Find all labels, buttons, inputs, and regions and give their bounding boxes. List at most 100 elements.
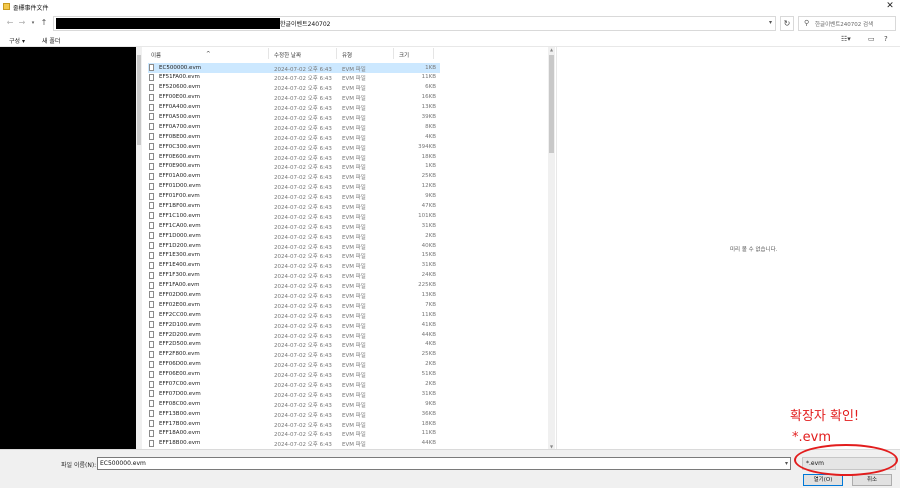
search-box[interactable]: ⚲ 한글이벤트240702 검색 [798, 16, 896, 31]
file-row[interactable]: EFF0BE00.evm 2024-07-02 오후 6:43 EVM 파일 4KB [148, 132, 440, 142]
file-row[interactable]: EFF02E00.evm 2024-07-02 오후 6:43 EVM 파일 7KB [148, 300, 440, 310]
file-date: 2024-07-02 오후 6:43 [274, 135, 332, 142]
file-row[interactable]: EFF1D000.evm 2024-07-02 오후 6:43 EVM 파일 2KB [148, 231, 440, 241]
file-row[interactable]: EFF2F800.evm 2024-07-02 오후 6:43 EVM 파일 25KB [148, 350, 440, 360]
file-icon [149, 271, 154, 279]
file-type: EVM 파일 [342, 214, 366, 221]
new-folder-button[interactable]: 새 폴더 [42, 36, 60, 45]
refresh-icon[interactable]: ↻ [780, 16, 794, 31]
file-row[interactable]: EFF2CC00.evm 2024-07-02 오후 6:43 EVM 파일 11KB [148, 310, 440, 320]
file-row[interactable]: EFF01F00.evm 2024-07-02 오후 6:43 EVM 파일 9KB [148, 192, 440, 202]
file-name: EFF0A400.evm [159, 104, 201, 111]
file-name: EFF01F00.evm [159, 193, 200, 200]
file-name: EFF02E00.evm [159, 301, 201, 308]
close-icon[interactable]: ✕ [884, 1, 896, 12]
up-arrow-icon[interactable]: ↑ [39, 18, 49, 28]
column-name[interactable]: 이름 [151, 51, 161, 59]
file-row[interactable]: EFF17B00.evm 2024-07-02 오후 6:43 EVM 파일 18KB [148, 419, 440, 429]
file-row[interactable]: EF51FA00.evm 2024-07-02 오후 6:43 EVM 파일 11KB [148, 73, 440, 83]
recent-chevron-icon[interactable]: ▾ [28, 18, 38, 28]
file-type: EVM 파일 [342, 303, 366, 310]
file-type: EVM 파일 [342, 86, 366, 93]
preview-pane-icon[interactable]: ▭ [868, 35, 875, 43]
scroll-up-icon[interactable]: ▲ [548, 47, 555, 52]
forward-arrow-icon[interactable]: → [17, 18, 27, 28]
file-row[interactable]: EFF0E900.evm 2024-07-02 오후 6:43 EVM 파일 1KB [148, 162, 440, 172]
file-date: 2024-07-02 오후 6:43 [274, 432, 332, 439]
file-type: EVM 파일 [342, 165, 366, 172]
address-row: ← → ▾ ↑ 한글이벤트240702 ▾ ↻ ⚲ 한글이벤트240702 검색 [0, 13, 900, 33]
file-date: 2024-07-02 오후 6:43 [274, 96, 332, 103]
file-row[interactable]: EFF18B00.evm 2024-07-02 오후 6:43 EVM 파일 44KB [148, 439, 440, 449]
file-date: 2024-07-02 오후 6:43 [274, 392, 332, 399]
file-row[interactable]: EFF1CA00.evm 2024-07-02 오후 6:43 EVM 파일 31KB [148, 221, 440, 231]
file-row[interactable]: EFF0A700.evm 2024-07-02 오후 6:43 EVM 파일 8KB [148, 122, 440, 132]
file-row[interactable]: EFF0C300.evm 2024-07-02 오후 6:43 EVM 파일 394K… [148, 142, 440, 152]
file-row[interactable]: EFF1E400.evm 2024-07-02 오후 6:43 EVM 파일 31KB [148, 261, 440, 271]
file-date: 2024-07-02 오후 6:43 [274, 185, 332, 192]
file-row[interactable]: EFF2D500.evm 2024-07-02 오후 6:43 EVM 파일 4KB [148, 340, 440, 350]
file-row[interactable]: EFF02D00.evm 2024-07-02 오후 6:43 EVM 파일 13KB [148, 290, 440, 300]
file-row[interactable]: EFF07C00.evm 2024-07-02 오후 6:43 EVM 파일 2KB [148, 380, 440, 390]
file-row[interactable]: EFF1BF00.evm 2024-07-02 오후 6:43 EVM 파일 47KB [148, 201, 440, 211]
file-row[interactable]: EFF2D100.evm 2024-07-02 오후 6:43 EVM 파일 41KB [148, 320, 440, 330]
file-row[interactable]: EFF0A500.evm 2024-07-02 오후 6:43 EVM 파일 39KB [148, 112, 440, 122]
file-name: EFF01A00.evm [159, 173, 201, 180]
bottom-bar: 파일 이름(N): EC500000.evm ▾ *.evm 열기(O) 취소 [0, 449, 900, 488]
address-bar[interactable]: 한글이벤트240702 ▾ [53, 16, 776, 31]
file-row[interactable]: EFF1D200.evm 2024-07-02 오후 6:43 EVM 파일 40KB [148, 241, 440, 251]
file-list-scrollbar[interactable]: ▲ ▼ [548, 47, 555, 449]
file-type: EVM 파일 [342, 284, 366, 291]
file-row[interactable]: EFF1C100.evm 2024-07-02 오후 6:43 EVM 파일 101K… [148, 211, 440, 221]
file-date: 2024-07-02 오후 6:43 [274, 264, 332, 271]
file-row[interactable]: EFF01A00.evm 2024-07-02 오후 6:43 EVM 파일 25KB [148, 172, 440, 182]
file-row[interactable]: EFF08C00.evm 2024-07-02 오후 6:43 EVM 파일 9KB [148, 399, 440, 409]
file-row[interactable]: EFF0A400.evm 2024-07-02 오후 6:43 EVM 파일 13KB [148, 103, 440, 113]
file-icon [149, 331, 154, 339]
file-size: 101KB [418, 212, 436, 219]
file-row[interactable]: EFF2D200.evm 2024-07-02 오후 6:43 EVM 파일 44KB [148, 330, 440, 340]
file-size: 1KB [425, 64, 436, 71]
view-options-icon[interactable]: ☷▾ [841, 35, 851, 43]
file-list-scroll-thumb[interactable] [549, 55, 554, 153]
file-row[interactable]: EFF18A00.evm 2024-07-02 오후 6:43 EVM 파일 11KB [148, 429, 440, 439]
file-row[interactable]: EC500000.evm 2024-07-02 오후 6:43 EVM 파일 1KB [148, 63, 440, 73]
current-folder[interactable]: 한글이벤트240702 [280, 19, 331, 28]
column-date[interactable]: 수정한 날짜 [274, 51, 301, 59]
file-date: 2024-07-02 오후 6:43 [274, 422, 332, 429]
file-size: 394KB [418, 143, 436, 150]
file-row[interactable]: EFF06E00.evm 2024-07-02 오후 6:43 EVM 파일 51KB [148, 370, 440, 380]
help-icon[interactable]: ? [884, 35, 888, 43]
file-icon [149, 321, 154, 329]
file-date: 2024-07-02 오후 6:43 [274, 353, 332, 360]
file-icon [149, 281, 154, 289]
file-row[interactable]: EFF00E00.evm 2024-07-02 오후 6:43 EVM 파일 16KB [148, 93, 440, 103]
file-size: 6KB [425, 84, 436, 91]
navigation-scroll-thumb[interactable] [137, 55, 141, 145]
filename-dropdown-icon[interactable]: ▾ [785, 460, 788, 467]
file-row[interactable]: EFF1FA00.evm 2024-07-02 오후 6:43 EVM 파일 225K… [148, 281, 440, 291]
file-row[interactable]: EF520600.evm 2024-07-02 오후 6:43 EVM 파일 6KB [148, 83, 440, 93]
file-size: 225KB [418, 282, 436, 289]
column-type[interactable]: 유형 [342, 51, 352, 59]
address-dropdown-icon[interactable]: ▾ [769, 19, 772, 26]
file-icon [149, 360, 154, 368]
file-icon [149, 182, 154, 190]
file-size: 11KB [421, 311, 436, 318]
file-row[interactable]: EFF13B00.evm 2024-07-02 오후 6:43 EVM 파일 36KB [148, 409, 440, 419]
column-size[interactable]: 크기 [399, 51, 409, 59]
file-icon [149, 64, 154, 71]
filename-input[interactable]: EC500000.evm ▾ [97, 457, 791, 470]
file-row[interactable]: EFF01D00.evm 2024-07-02 오후 6:43 EVM 파일 12KB [148, 182, 440, 192]
file-row[interactable]: EFF07D00.evm 2024-07-02 오후 6:43 EVM 파일 31KB [148, 389, 440, 399]
organize-menu[interactable]: 구성 ▾ [9, 36, 25, 45]
file-row[interactable]: EFF1E300.evm 2024-07-02 오후 6:43 EVM 파일 15KB [148, 251, 440, 261]
file-row[interactable]: EFF06D00.evm 2024-07-02 오후 6:43 EVM 파일 2KB [148, 360, 440, 370]
back-arrow-icon[interactable]: ← [5, 18, 15, 28]
file-type: EVM 파일 [342, 353, 366, 360]
file-row[interactable]: EFF1F300.evm 2024-07-02 오후 6:43 EVM 파일 24KB [148, 271, 440, 281]
file-icon [149, 311, 154, 319]
cancel-button[interactable]: 취소 [852, 474, 892, 486]
file-date: 2024-07-02 오후 6:43 [274, 373, 332, 380]
file-row[interactable]: EFF0E600.evm 2024-07-02 오후 6:43 EVM 파일 18KB [148, 152, 440, 162]
